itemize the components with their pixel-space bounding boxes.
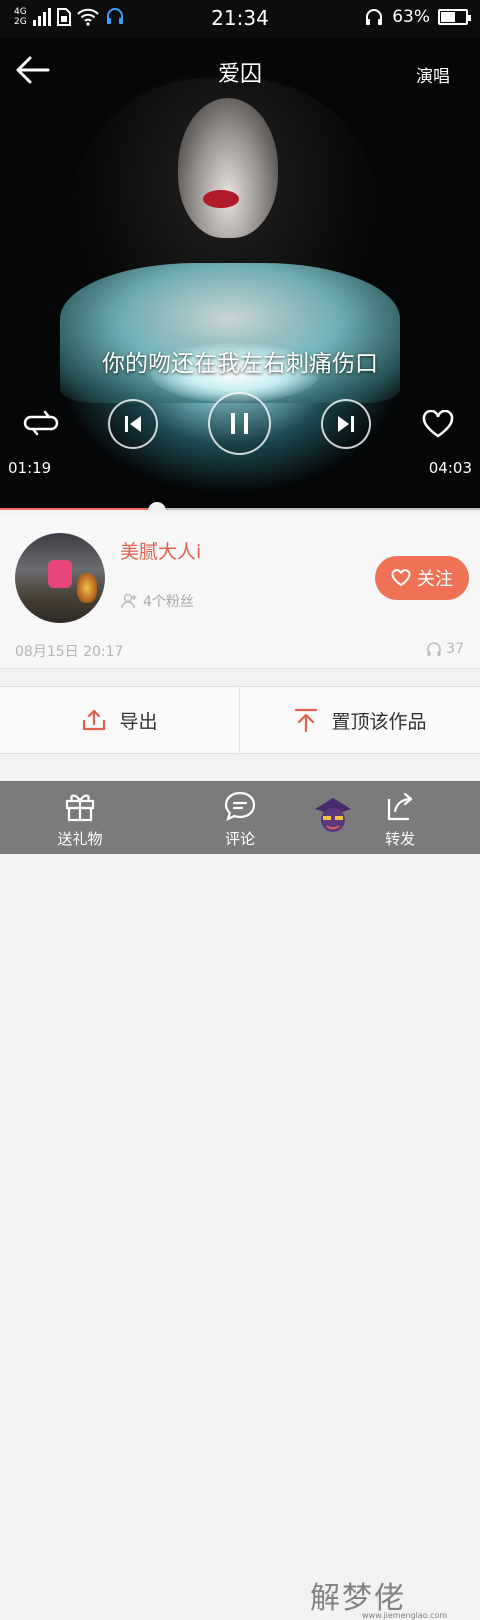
cover-photo-mouth: [203, 190, 239, 208]
publish-date: 08月15日 20:17: [15, 644, 124, 660]
pin-top-icon: [295, 708, 318, 733]
watermark-url: www.jiemenglao.com: [362, 1611, 448, 1620]
lyric-line: 你的吻还在我左右刺痛伤口: [102, 351, 378, 377]
heart-icon: [391, 569, 411, 587]
pause-icon: [231, 413, 248, 434]
upload-icon: [83, 709, 106, 731]
pin-top-label: 置顶该作品: [331, 710, 427, 733]
previous-icon: [125, 416, 141, 432]
progress-bar[interactable]: [0, 502, 480, 510]
like-heart-icon[interactable]: [422, 410, 454, 438]
current-time: 01:19: [8, 459, 52, 477]
user-add-icon: [121, 593, 137, 609]
fans-count: 4个粉丝: [120, 591, 194, 611]
headphones-icon: [366, 9, 383, 25]
next-icon: [338, 416, 354, 432]
comment-icon: [224, 791, 256, 822]
action-bar: 导出 置顶该作品: [0, 686, 480, 754]
export-label: 导出: [119, 710, 158, 733]
next-button[interactable]: [321, 399, 371, 449]
player-area: 爱囚 演唱 你的吻还在我左右刺痛伤口 01:19 04:03: [0, 38, 480, 510]
back-arrow-icon[interactable]: [14, 54, 50, 86]
avatar-figure: [48, 560, 72, 588]
watermark: 解梦佬 www.jiemenglao.com: [310, 1573, 447, 1620]
watermark-text: 解梦佬: [310, 1581, 406, 1616]
listen-count-value: 37: [446, 641, 464, 657]
nav-comment[interactable]: 评论: [180, 781, 300, 854]
cover-photo-face: [178, 98, 278, 238]
avatar-lights: [77, 573, 97, 603]
share-icon: [387, 792, 413, 821]
export-button[interactable]: 导出: [0, 687, 240, 753]
pin-top-button[interactable]: 置顶该作品: [240, 687, 480, 753]
author-card: 美腻大人i 4个粉丝 关注 08月15日 20:17 37: [0, 516, 480, 669]
follow-button[interactable]: 关注: [375, 556, 469, 600]
battery-icon: [438, 9, 471, 25]
previous-button[interactable]: [108, 399, 158, 449]
status-right: 63%: [364, 7, 471, 27]
listen-count: 37: [426, 641, 464, 657]
headphones-icon: [427, 642, 441, 656]
progress-played: [0, 508, 157, 510]
status-bar: 4G 2G 21:34 63%: [0, 0, 480, 38]
singer-button[interactable]: 演唱: [416, 62, 450, 87]
nav-share[interactable]: 转发: [340, 781, 460, 854]
top-bar: 爱囚 演唱: [0, 38, 480, 104]
bottom-nav: 送礼物 评论 转发 解梦佬 www.jiemenglao.com: [0, 781, 480, 1620]
follow-label: 关注: [417, 569, 453, 590]
avatar[interactable]: [15, 533, 105, 623]
nav-send-gift[interactable]: 送礼物: [20, 781, 140, 854]
song-title: 爱囚: [217, 62, 262, 87]
progress-handle[interactable]: [147, 502, 166, 510]
nav-send-gift-label: 送礼物: [57, 830, 103, 848]
battery-percent: 63%: [392, 7, 430, 27]
total-time: 04:03: [428, 459, 472, 477]
fans-label: 4个粉丝: [143, 594, 194, 610]
nav-comment-label: 评论: [224, 830, 255, 848]
gift-icon: [65, 794, 95, 822]
loop-icon[interactable]: [23, 408, 59, 438]
nav-share-label: 转发: [384, 830, 415, 848]
pause-button[interactable]: [208, 392, 271, 455]
username[interactable]: 美腻大人i: [120, 537, 201, 564]
